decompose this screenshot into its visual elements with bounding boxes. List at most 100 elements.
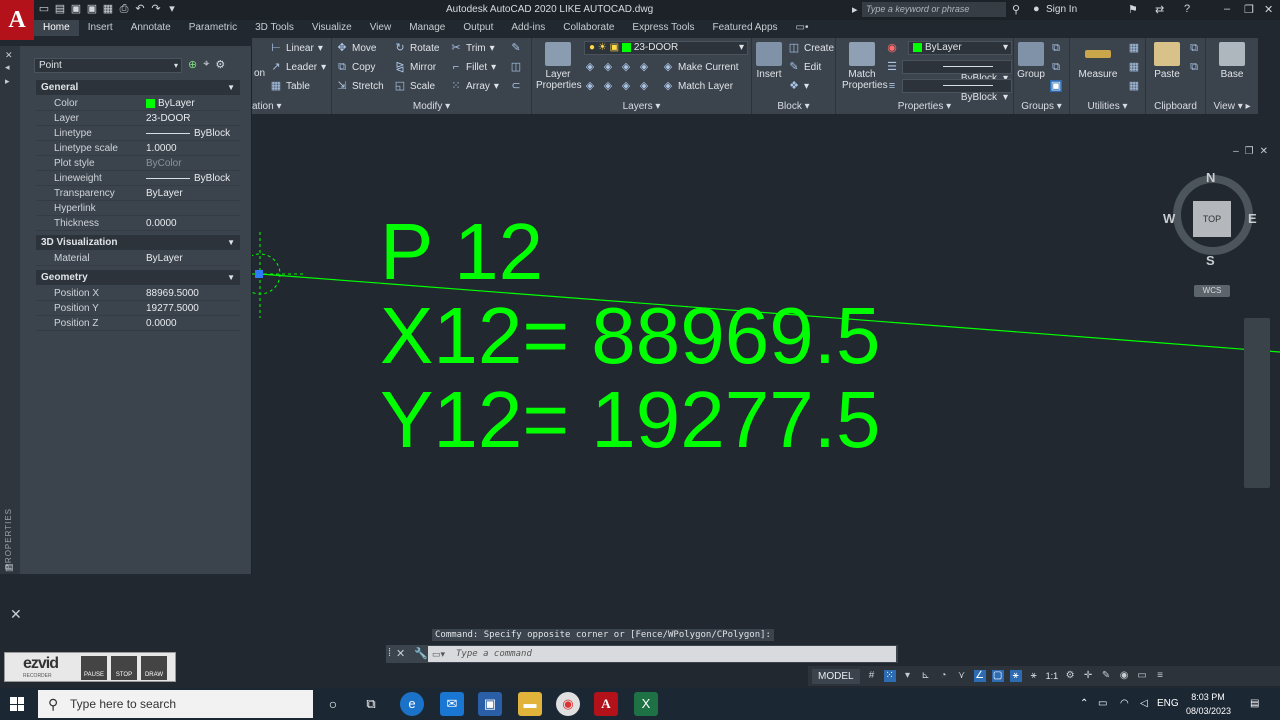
customization-icon[interactable]: ≡ — [1154, 670, 1166, 682]
section-geometry[interactable]: Geometry ▼ — [36, 270, 240, 285]
pickadd-toggle-icon[interactable]: ⊕ — [188, 58, 197, 71]
mail-icon[interactable]: ✉ — [440, 692, 464, 716]
property-value-plot-style[interactable]: ByColor — [146, 156, 182, 171]
close-icon[interactable]: ✕ — [1264, 3, 1273, 16]
copy-button[interactable]: ⧉ Copy — [336, 61, 375, 73]
rotate-button[interactable]: ↻ Rotate — [394, 42, 439, 54]
layer-thaw-icon[interactable]: ◈ — [620, 80, 632, 92]
ribbon-tab-annotate[interactable]: Annotate — [122, 20, 180, 36]
model-space-button[interactable]: MODEL — [812, 668, 860, 684]
compass-north[interactable]: N — [1206, 170, 1215, 185]
store-icon[interactable]: ▣ — [478, 692, 502, 716]
fillet-button[interactable]: ⌐ Fillet ▾ — [450, 61, 496, 73]
table-button[interactable]: ▦ Table — [270, 80, 310, 92]
base-button[interactable]: Base — [1214, 42, 1250, 80]
layer-lock-icon[interactable]: ◈ — [638, 61, 650, 73]
section-general[interactable]: General ▼ — [36, 80, 240, 95]
paste-button[interactable]: Paste — [1148, 42, 1186, 80]
property-value-layer[interactable]: 23-DOOR — [146, 111, 190, 126]
object-snap-tracking-icon[interactable]: ∠ — [973, 670, 986, 682]
block-attributes-button[interactable]: ❖ ▾ — [788, 80, 809, 92]
settings-icon[interactable]: ⚙ — [1064, 670, 1076, 682]
task-view-icon[interactable]: ⧉ — [359, 692, 383, 716]
annotation-scale[interactable]: 1:1 — [1046, 671, 1059, 681]
drawing-canvas[interactable]: P 12 X12= 88969.5 Y12= 19277.5 – ❐ ✕ — [252, 140, 1280, 640]
ribbon-tab-3d-tools[interactable]: 3D Tools — [246, 20, 303, 36]
property-row-material[interactable]: Material ByLayer — [36, 251, 240, 266]
array-button[interactable]: ⁙ Array ▾ — [450, 80, 499, 92]
point-x-text[interactable]: X12= 88969.5 — [380, 296, 880, 376]
ortho-icon[interactable]: ⊾ — [920, 670, 932, 682]
trim-button[interactable]: ✂ Trim ▾ — [450, 42, 494, 54]
tray-chevron-icon[interactable]: ⌃ — [1080, 698, 1088, 709]
exchange-icon[interactable]: ⇄ — [1155, 3, 1164, 16]
open-file-icon[interactable]: ▤ — [54, 3, 66, 16]
help-search-input[interactable]: Type a keyword or phrase — [862, 2, 1006, 17]
collapse-arrow-icon[interactable]: ▼ — [227, 270, 235, 285]
ribbon-tab-output[interactable]: Output — [454, 20, 502, 36]
clipboard-panel-label[interactable]: Clipboard — [1146, 101, 1205, 112]
viewport-restore-icon[interactable]: ❐ — [1245, 146, 1254, 157]
redo-icon[interactable]: ↷ — [150, 3, 162, 16]
property-value-linetype[interactable]: ByBlock — [146, 126, 230, 141]
offset-button[interactable]: ⊂ — [510, 80, 522, 92]
isodraft-icon[interactable]: ⋎ — [956, 670, 968, 682]
erase-button[interactable]: ✎ — [510, 42, 522, 54]
command-line-close-icon[interactable]: ✕ — [10, 606, 22, 623]
annotation-visibility-icon[interactable]: ⚹ — [1009, 670, 1022, 682]
ribbon-tab-insert[interactable]: Insert — [79, 20, 122, 36]
property-value-position-z[interactable]: 0.0000 — [146, 316, 177, 331]
crosshair-icon[interactable]: ✛ — [1082, 670, 1094, 682]
restore-icon[interactable]: ❐ — [1244, 3, 1254, 16]
layer-unlock-icon[interactable]: ◈ — [638, 80, 650, 92]
property-row-lineweight[interactable]: Lineweight ByBlock — [36, 171, 240, 186]
linetype-dropdown[interactable]: ByBlock▾ — [902, 60, 1012, 84]
network-icon[interactable]: ▭ — [1098, 698, 1107, 709]
edit-block-button[interactable]: ✎ Edit — [788, 61, 821, 73]
properties-panel-label[interactable]: Properties ▾ — [836, 101, 1013, 112]
grid-icon[interactable]: # — [866, 670, 878, 682]
auto-scale-icon[interactable]: ⚹ — [1028, 670, 1040, 682]
group-button[interactable]: Group — [1016, 42, 1046, 80]
linear-button[interactable]: ⊢ Linear ▾ — [270, 42, 323, 54]
group-select-icon[interactable]: ▣ — [1050, 80, 1062, 92]
pause-button[interactable]: PAUSE — [81, 656, 107, 680]
language-indicator[interactable]: ENG — [1157, 698, 1179, 709]
property-value-thickness[interactable]: 0.0000 — [146, 216, 177, 231]
quick-select-icon[interactable]: ⚙ — [215, 58, 225, 71]
performance-icon[interactable]: ✎ — [1100, 670, 1112, 682]
modify-panel-label[interactable]: Modify ▾ — [332, 101, 531, 112]
save-as-icon[interactable]: ▣ — [86, 3, 98, 16]
property-value-transparency[interactable]: ByLayer — [146, 186, 183, 201]
property-row-linetype[interactable]: Linetype ByBlock — [36, 126, 240, 141]
point-y-text[interactable]: Y12= 19277.5 — [380, 380, 880, 460]
ribbon-tab-view[interactable]: View — [361, 20, 401, 36]
property-row-transparency[interactable]: Transparency ByLayer — [36, 186, 240, 201]
layer-unisolate-icon[interactable]: ◈ — [602, 80, 614, 92]
utilities-panel-label[interactable]: Utilities ▾ — [1070, 101, 1145, 112]
ribbon-tab-parametric[interactable]: Parametric — [180, 20, 246, 36]
collapse-arrow-icon[interactable]: ▼ — [227, 80, 235, 95]
property-row-hyperlink[interactable]: Hyperlink — [36, 201, 240, 216]
notifications-icon[interactable]: ▤ — [1250, 698, 1259, 709]
draw-button[interactable]: DRAW — [141, 656, 167, 680]
excel-icon[interactable]: X — [634, 692, 658, 716]
copy-clip-icon[interactable]: ⧉ — [1188, 61, 1200, 73]
property-value-color[interactable]: ByLayer — [146, 96, 195, 111]
ribbon-tab-featured-apps[interactable]: Featured Apps — [704, 20, 787, 36]
binoculars-icon[interactable]: ⚲ — [1012, 3, 1020, 16]
ribbon-tab-home[interactable]: Home — [34, 20, 79, 36]
insert-button[interactable]: Insert — [754, 42, 784, 80]
ribbon-tab-manage[interactable]: Manage — [400, 20, 454, 36]
cart-icon[interactable]: ⚑ — [1128, 3, 1138, 16]
property-row-layer[interactable]: Layer 23-DOOR — [36, 111, 240, 126]
layer-off-icon[interactable]: ◈ — [584, 61, 596, 73]
object-snap-icon[interactable]: ▢ — [991, 670, 1004, 682]
measure-button[interactable]: Measure — [1074, 42, 1122, 80]
stretch-button[interactable]: ⇲ Stretch — [336, 80, 383, 92]
property-row-thickness[interactable]: Thickness 0.0000 — [36, 216, 240, 231]
property-value-position-y[interactable]: 19277.5000 — [146, 301, 199, 316]
command-close-icon[interactable]: ✕ — [396, 647, 405, 660]
move-button[interactable]: ✥ Move — [336, 42, 376, 54]
calculator-icon[interactable]: ▦ — [1128, 80, 1140, 92]
